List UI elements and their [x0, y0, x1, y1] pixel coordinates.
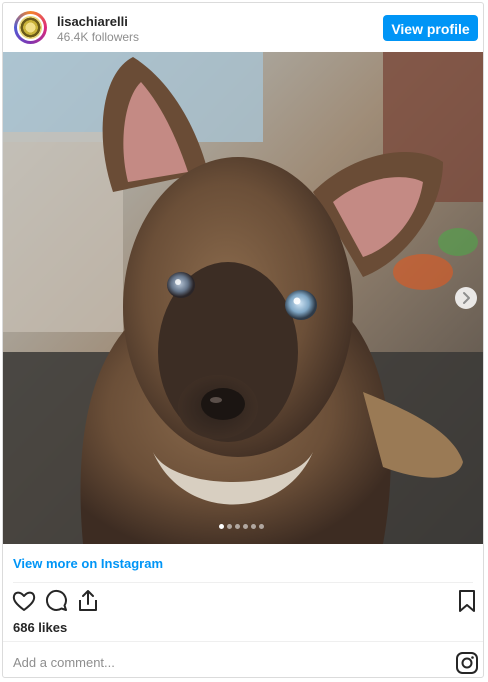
divider	[13, 582, 473, 583]
carousel-dot	[251, 524, 256, 529]
carousel-dot	[227, 524, 232, 529]
carousel-dot	[243, 524, 248, 529]
bookmark-icon[interactable]	[454, 588, 480, 614]
puppy-photo	[3, 52, 483, 544]
like-count: 686 likes	[13, 620, 68, 635]
avatar[interactable]	[14, 11, 47, 44]
post-image[interactable]	[3, 52, 483, 544]
username[interactable]: lisachiarelli	[57, 14, 128, 29]
post-header: lisachiarelli 46.4K followers View profi…	[3, 3, 483, 53]
avatar-ring	[17, 14, 44, 41]
follower-count: 46.4K followers	[57, 30, 140, 44]
comment-input[interactable]: Add a comment...	[13, 655, 115, 670]
view-profile-button[interactable]: View profile	[383, 15, 478, 41]
avatar-image	[19, 16, 42, 39]
chevron-right-icon	[463, 292, 470, 304]
carousel-dot	[235, 524, 240, 529]
comment-icon[interactable]	[44, 588, 70, 614]
instagram-icon[interactable]	[455, 651, 479, 675]
instagram-embed-card: lisachiarelli 46.4K followers View profi…	[2, 2, 484, 678]
next-image-button[interactable]	[455, 287, 477, 309]
heart-icon[interactable]	[11, 588, 37, 614]
share-icon[interactable]	[75, 588, 101, 614]
view-more-link[interactable]: View more on Instagram	[13, 556, 163, 571]
action-bar	[3, 588, 483, 616]
carousel-dot	[219, 524, 224, 529]
divider	[3, 641, 483, 642]
carousel-dot	[259, 524, 264, 529]
